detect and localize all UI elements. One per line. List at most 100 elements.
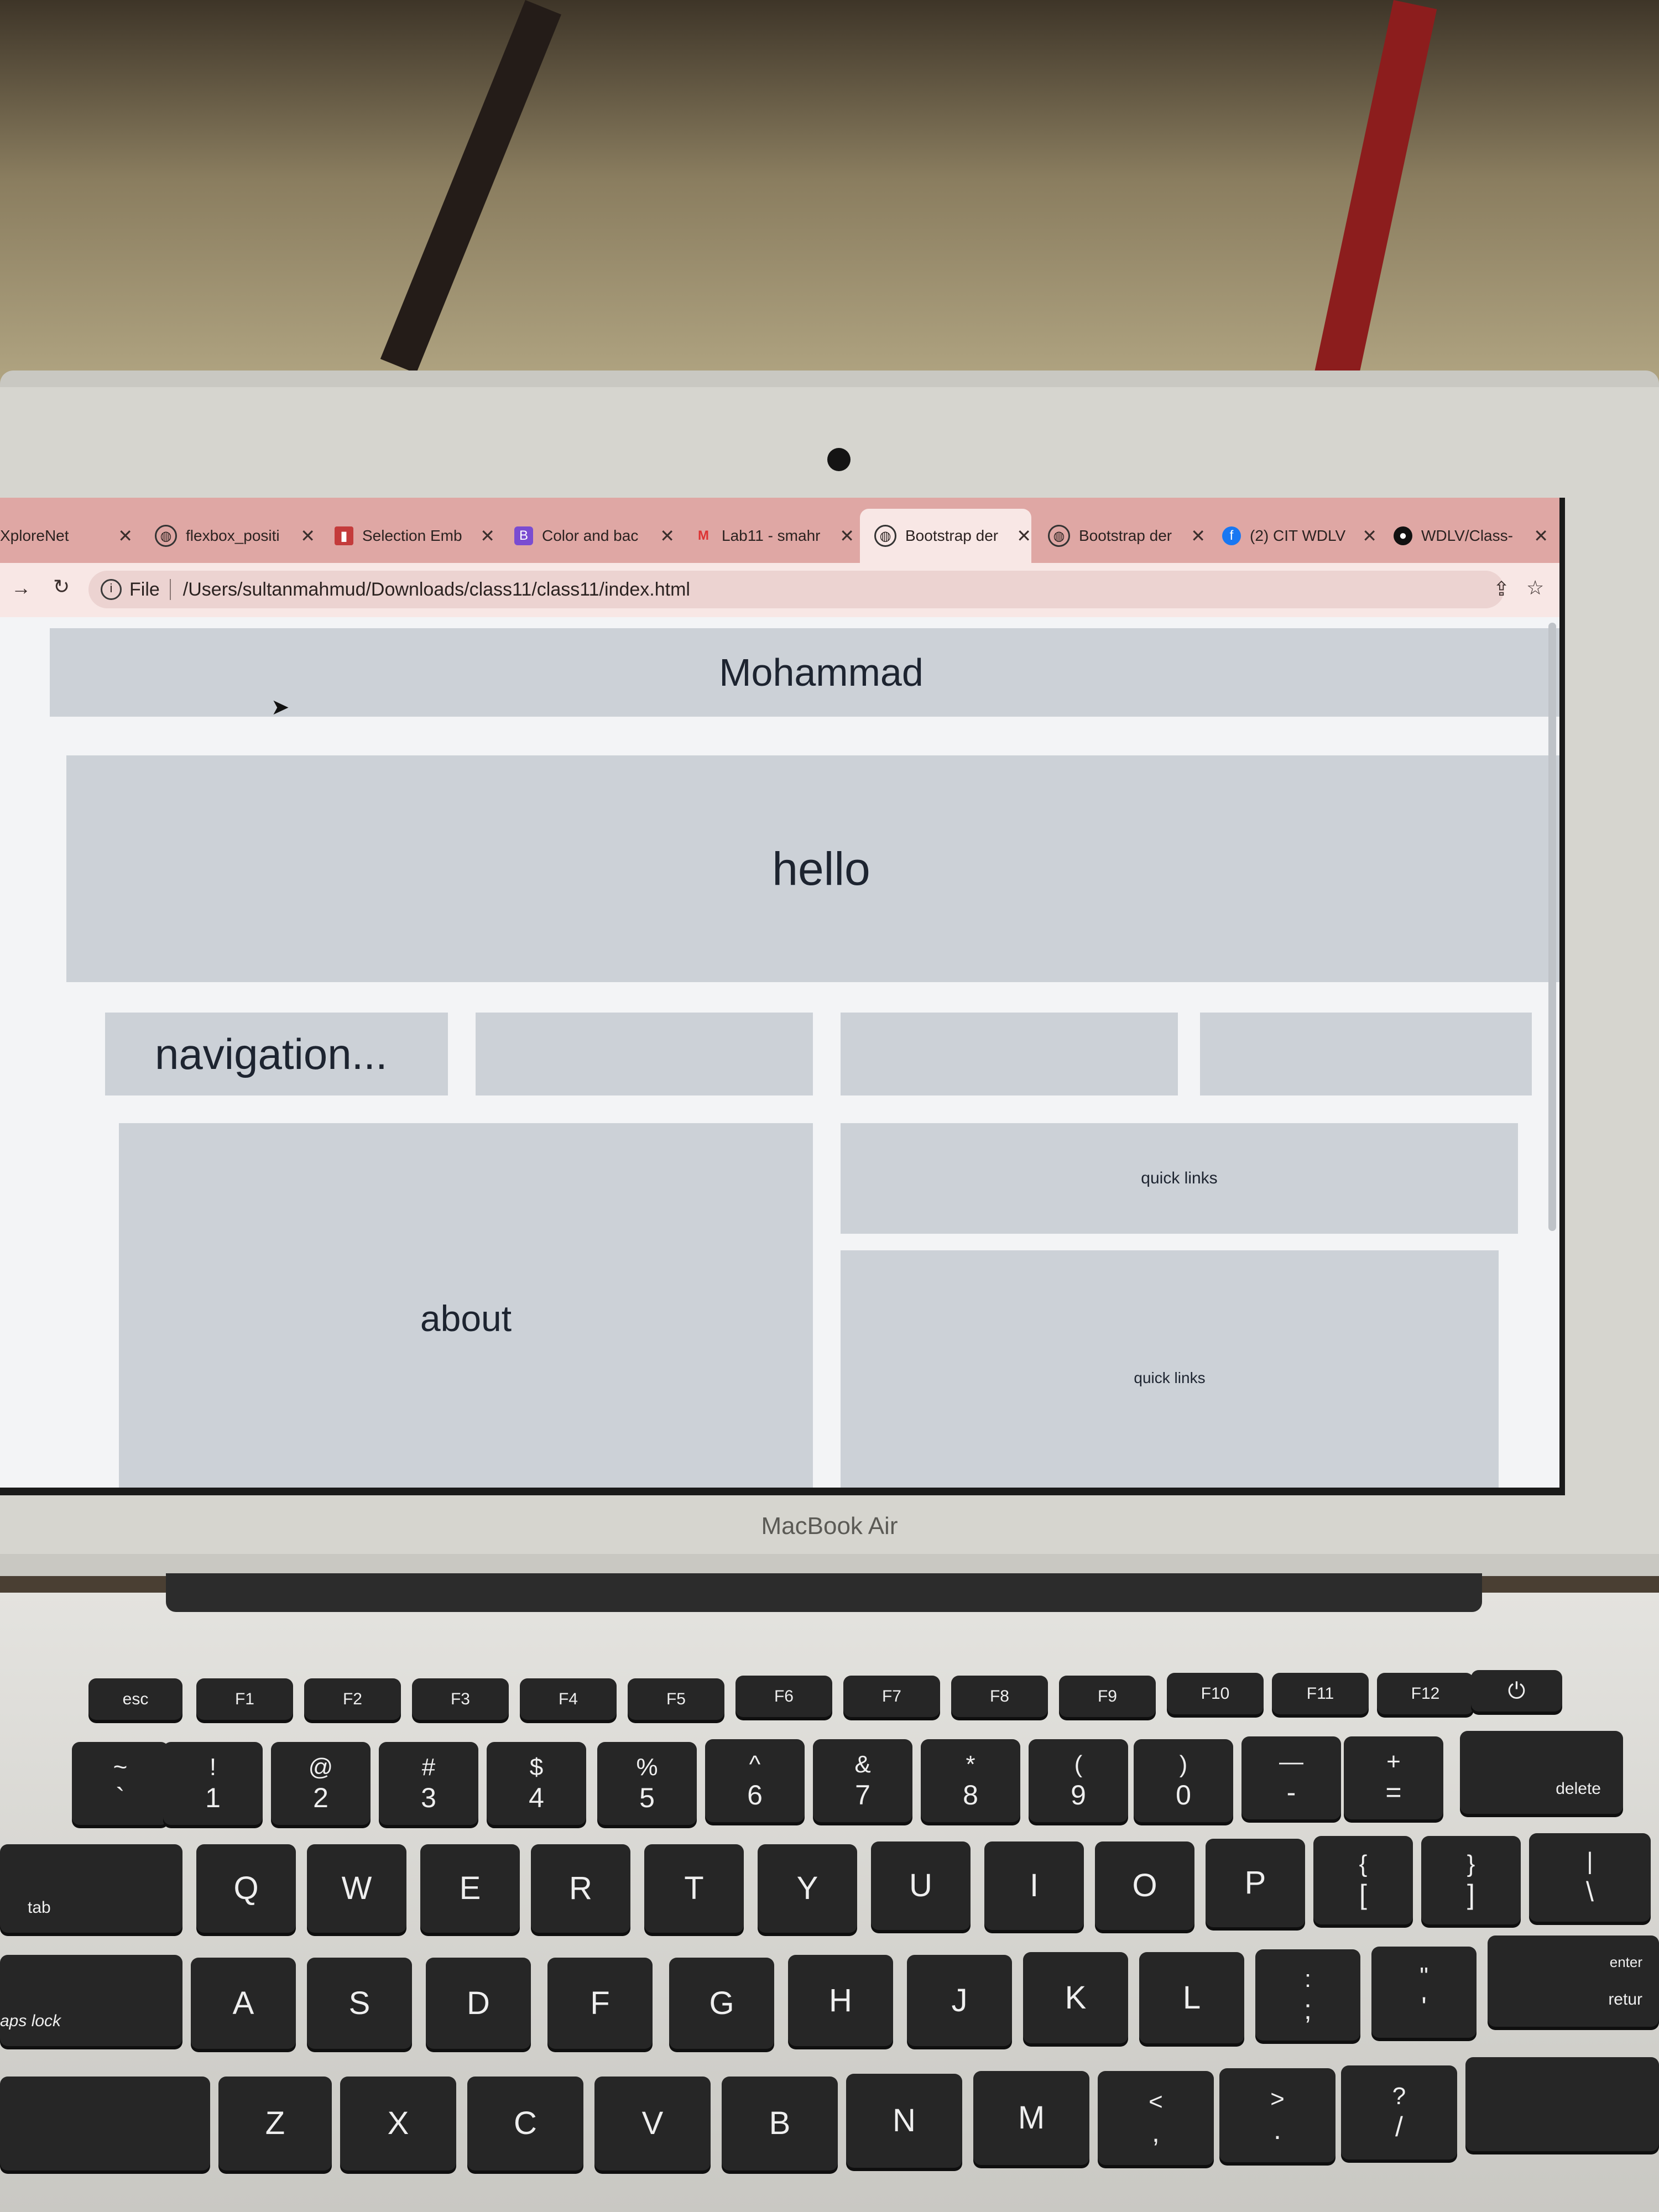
key-i[interactable]: I — [984, 1841, 1084, 1930]
key-f11[interactable]: F11 — [1272, 1673, 1369, 1714]
reload-icon[interactable]: ↻ — [53, 575, 70, 598]
key-e[interactable]: E — [420, 1844, 520, 1933]
key-q[interactable]: Q — [196, 1844, 296, 1933]
tab-title: Bootstrap der — [905, 527, 999, 544]
forward-icon[interactable]: → — [11, 576, 31, 599]
tab-1[interactable]: ◍ flexbox_positi ✕ — [155, 513, 315, 559]
key-j[interactable]: J — [907, 1955, 1012, 2046]
key-shift-left[interactable] — [0, 2077, 210, 2171]
key-c[interactable]: C — [467, 2077, 583, 2171]
key-return[interactable]: enter retur — [1488, 1936, 1659, 2027]
key-f8[interactable]: F8 — [951, 1676, 1048, 1717]
key-bottom: ` — [116, 1782, 125, 1813]
key-bracket-right[interactable]: }] — [1421, 1836, 1521, 1924]
close-icon[interactable]: ✕ — [660, 525, 675, 546]
star-icon[interactable]: ☆ — [1526, 576, 1544, 599]
tab-3[interactable]: B Color and bac ✕ — [514, 513, 675, 559]
key-5[interactable]: % 5 — [597, 1742, 697, 1825]
info-icon[interactable]: i — [101, 579, 122, 600]
close-icon[interactable]: ✕ — [1533, 525, 1548, 546]
key-f7[interactable]: F7 — [843, 1676, 940, 1717]
key-top: ( — [1074, 1751, 1083, 1778]
key-shift-right[interactable] — [1465, 2057, 1659, 2151]
key-f2[interactable]: F2 — [304, 1678, 401, 1720]
key-r[interactable]: R — [531, 1844, 630, 1933]
key-3[interactable]: #3 — [379, 1742, 478, 1825]
key-a[interactable]: A — [191, 1958, 296, 2049]
key-equals[interactable]: + = — [1344, 1736, 1443, 1819]
key-1[interactable]: ! 1 — [163, 1742, 263, 1825]
new-tab-button[interactable]: + — [1564, 520, 1565, 547]
key-2[interactable]: @2 — [271, 1742, 371, 1825]
key-f12[interactable]: F12 — [1377, 1673, 1474, 1714]
key-f5[interactable]: F5 — [628, 1678, 724, 1720]
key-semicolon[interactable]: :; — [1255, 1949, 1360, 2041]
share-icon[interactable]: ⇪ — [1493, 577, 1510, 601]
close-icon[interactable]: ✕ — [480, 525, 495, 546]
key-tab[interactable]: tab — [0, 1844, 182, 1933]
key-0[interactable]: ) 0 — [1134, 1739, 1233, 1822]
key-bracket-left[interactable]: {[ — [1313, 1836, 1413, 1924]
page-scrollbar[interactable] — [1548, 623, 1556, 1231]
key-6[interactable]: ^ 6 — [705, 1739, 805, 1822]
address-bar[interactable]: i File /Users/sultanmahmud/Downloads/cla… — [88, 571, 1504, 608]
key-n[interactable]: N — [846, 2074, 962, 2168]
close-icon[interactable]: ✕ — [1191, 525, 1206, 546]
close-icon[interactable]: ✕ — [1016, 525, 1031, 546]
key-d[interactable]: D — [426, 1958, 531, 2049]
key-m[interactable]: M — [973, 2071, 1089, 2165]
key-8[interactable]: * 8 — [921, 1739, 1020, 1822]
key-u[interactable]: U — [871, 1841, 971, 1930]
key-g[interactable]: G — [669, 1958, 774, 2049]
key-f9[interactable]: F9 — [1059, 1676, 1156, 1717]
key-p[interactable]: P — [1206, 1839, 1305, 1927]
key-top: ~ — [113, 1754, 128, 1781]
key-quote[interactable]: " ' — [1371, 1947, 1477, 2038]
key-7[interactable]: & 7 — [813, 1739, 912, 1822]
key-k[interactable]: K — [1023, 1952, 1128, 2043]
key-v[interactable]: V — [594, 2077, 711, 2171]
key-f1[interactable]: F1 — [196, 1678, 293, 1720]
address-url[interactable]: /Users/sultanmahmud/Downloads/class11/cl… — [183, 579, 690, 601]
close-icon[interactable]: ✕ — [1362, 525, 1377, 546]
key-minus[interactable]: — - — [1241, 1736, 1341, 1819]
close-icon[interactable]: ✕ — [300, 525, 315, 546]
key-l[interactable]: L — [1139, 1952, 1244, 2043]
key-f3[interactable]: F3 — [412, 1678, 509, 1720]
key-z[interactable]: Z — [218, 2077, 332, 2171]
key-esc[interactable]: esc — [88, 1678, 182, 1720]
key-f10[interactable]: F10 — [1167, 1673, 1264, 1714]
key-caps-lock[interactable]: aps lock — [0, 1955, 182, 2046]
tab-4[interactable]: M Lab11 - smahr ✕ — [694, 513, 854, 559]
key-f4[interactable]: F4 — [520, 1678, 617, 1720]
key-9[interactable]: (9 — [1029, 1739, 1128, 1822]
key-b[interactable]: B — [722, 2077, 838, 2171]
key-tilde[interactable]: ~ ` — [72, 1742, 169, 1825]
key-delete[interactable]: delete — [1460, 1731, 1623, 1814]
key-w[interactable]: W — [307, 1844, 406, 1933]
tab-2[interactable]: ▮ Selection Emb ✕ — [335, 513, 495, 559]
key-period[interactable]: >. — [1219, 2068, 1335, 2162]
key-comma[interactable]: <, — [1098, 2071, 1214, 2165]
key-x[interactable]: X — [340, 2077, 456, 2171]
key-4[interactable]: $4 — [487, 1742, 586, 1825]
key-f[interactable]: F — [547, 1958, 653, 2049]
key-t[interactable]: T — [644, 1844, 744, 1933]
tab-7[interactable]: f (2) CIT WDLV ✕ — [1222, 513, 1377, 559]
key-slash[interactable]: ? / — [1341, 2065, 1457, 2159]
tab-5-active[interactable]: ◍ Bootstrap der ✕ — [860, 509, 1031, 563]
close-icon[interactable]: ✕ — [118, 525, 133, 546]
tab-0[interactable]: XploreNet ✕ — [0, 513, 133, 559]
tab-8[interactable]: ● WDLV/Class- ✕ — [1394, 513, 1548, 559]
key-y[interactable]: Y — [758, 1844, 857, 1933]
key-top: { — [1359, 1850, 1368, 1877]
tab-6[interactable]: ◍ Bootstrap der ✕ — [1048, 513, 1206, 559]
key-s[interactable]: S — [307, 1958, 412, 2049]
key-f6[interactable]: F6 — [735, 1676, 832, 1717]
key-top: ! — [209, 1754, 217, 1781]
close-icon[interactable]: ✕ — [839, 525, 854, 546]
power-icon[interactable]: ⏻ — [1471, 1670, 1562, 1712]
key-h[interactable]: H — [788, 1955, 893, 2046]
key-o[interactable]: O — [1095, 1841, 1194, 1930]
key-backslash[interactable]: | \ — [1529, 1833, 1651, 1922]
